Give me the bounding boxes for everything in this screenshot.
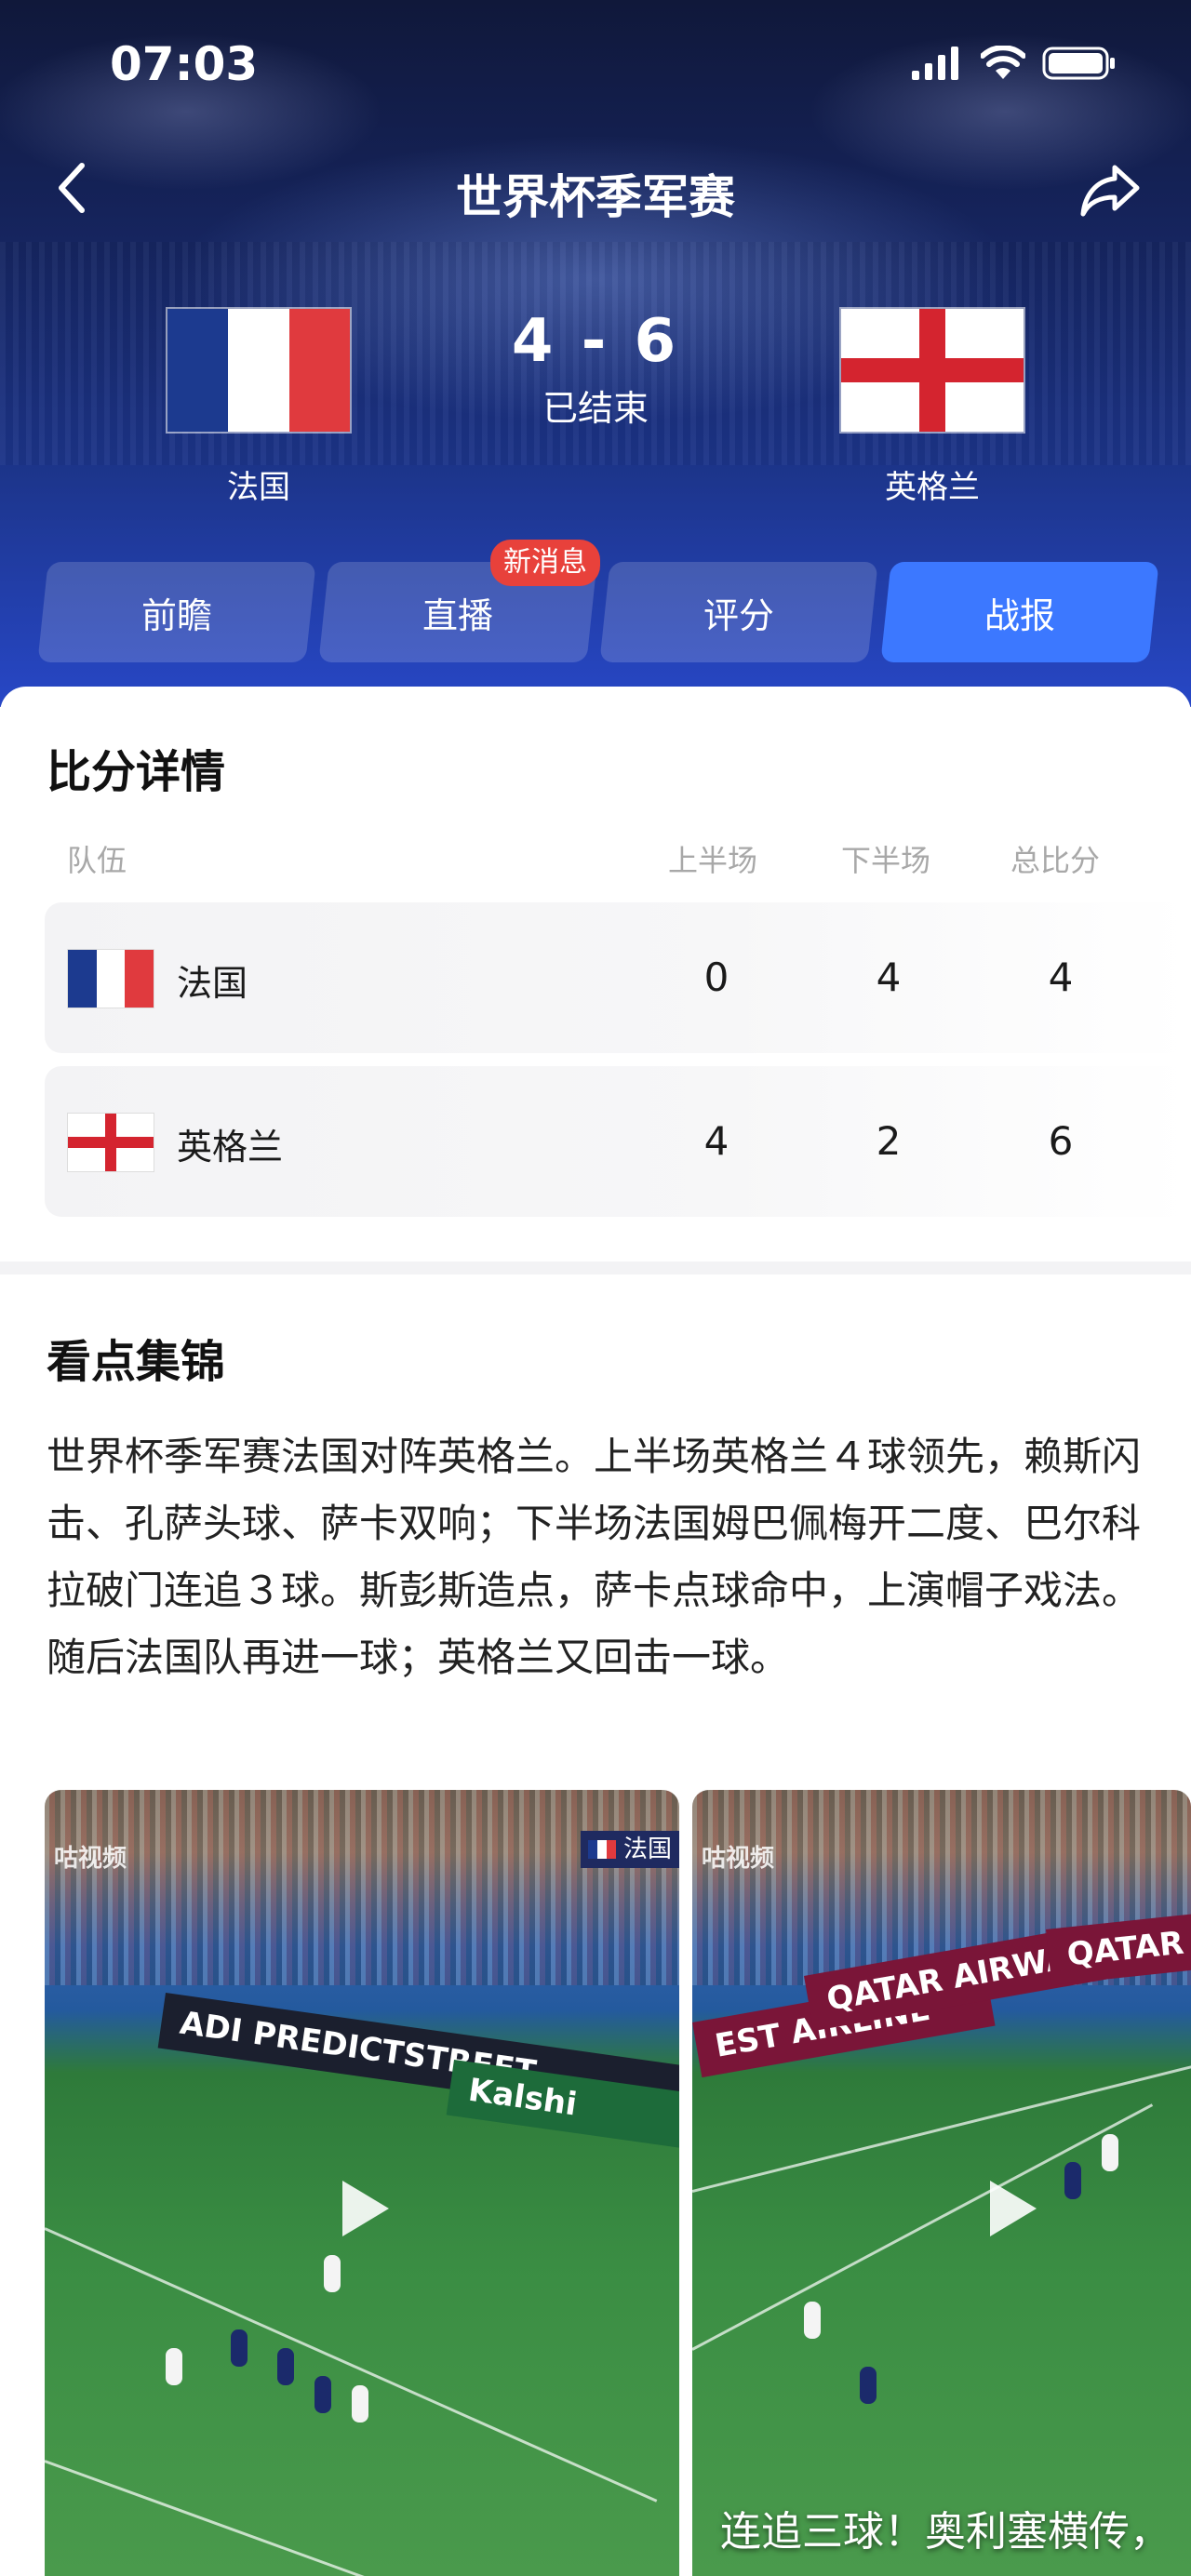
away-team-name: 英格兰 xyxy=(885,469,980,506)
player xyxy=(166,2348,182,2385)
player xyxy=(804,2302,821,2339)
player xyxy=(231,2329,248,2367)
tab-report[interactable]: 战报 xyxy=(880,562,1159,662)
total-score: 6 xyxy=(1048,1118,1074,1164)
page-title: 世界杯季军赛 xyxy=(456,170,735,224)
home-team-name: 法国 xyxy=(227,469,290,506)
col-second-half: 下半场 xyxy=(841,843,931,878)
col-total: 总比分 xyxy=(1010,843,1101,878)
table-row: 英格兰 4 2 6 xyxy=(45,1066,1191,1217)
tab-preview[interactable]: 前瞻 xyxy=(37,562,316,662)
first-half-score: 4 xyxy=(703,1118,729,1164)
second-half-score: 4 xyxy=(876,954,902,1000)
table-row: 法国 0 4 4 xyxy=(45,902,1191,1053)
team-name: 英格兰 xyxy=(177,1127,284,1168)
status-icons xyxy=(912,45,1117,82)
player xyxy=(860,2367,877,2404)
player xyxy=(352,2385,368,2423)
player xyxy=(1102,2134,1118,2171)
new-message-badge: 新消息 xyxy=(490,540,600,586)
play-icon[interactable] xyxy=(342,2181,389,2236)
share-icon[interactable] xyxy=(1077,160,1143,220)
first-half-score: 0 xyxy=(703,954,729,1000)
highlights-summary: 世界杯季军赛法国对阵英格兰。上半场英格兰４球领先，赖斯闪击、孔萨头球、萨卡双响；… xyxy=(47,1434,1142,1680)
england-flag-small xyxy=(67,1113,154,1172)
watermark: 咕视频 xyxy=(54,1845,127,1873)
broadcast-tag: 法国 xyxy=(580,1831,679,1868)
total-score: 4 xyxy=(1048,954,1074,1000)
col-team: 队伍 xyxy=(67,843,127,878)
player xyxy=(314,2376,331,2413)
video-caption: 连追三球！奥利塞横传， xyxy=(720,2508,1171,2556)
team-name: 法国 xyxy=(177,963,248,1004)
wifi-icon xyxy=(981,46,1025,79)
col-first-half: 上半场 xyxy=(668,843,758,878)
player xyxy=(1064,2162,1081,2199)
play-icon[interactable] xyxy=(990,2181,1037,2236)
video-card[interactable]: EST AIRLINE QATAR AIRWAYS QATAR AI 咕视频 连… xyxy=(692,1790,1191,2576)
highlights-title: 看点集锦 xyxy=(47,1336,226,1388)
video-card[interactable]: ADI PREDICTSTREET Kalshi 咕视频 法国 xyxy=(45,1790,679,2576)
crowd xyxy=(45,1790,679,1985)
france-flag-small xyxy=(67,949,154,1008)
watermark: 咕视频 xyxy=(702,1845,775,1873)
player xyxy=(277,2348,294,2385)
score-details-title: 比分详情 xyxy=(47,746,226,798)
player xyxy=(324,2255,341,2292)
tab-rating[interactable]: 评分 xyxy=(599,562,878,662)
france-flag-icon xyxy=(587,1840,616,1859)
england-flag xyxy=(839,307,1025,434)
section-divider xyxy=(0,1261,1191,1275)
status-time: 07:03 xyxy=(110,37,259,91)
battery-icon xyxy=(1042,47,1115,80)
signal-icon xyxy=(912,47,958,80)
second-half-score: 2 xyxy=(876,1118,902,1164)
